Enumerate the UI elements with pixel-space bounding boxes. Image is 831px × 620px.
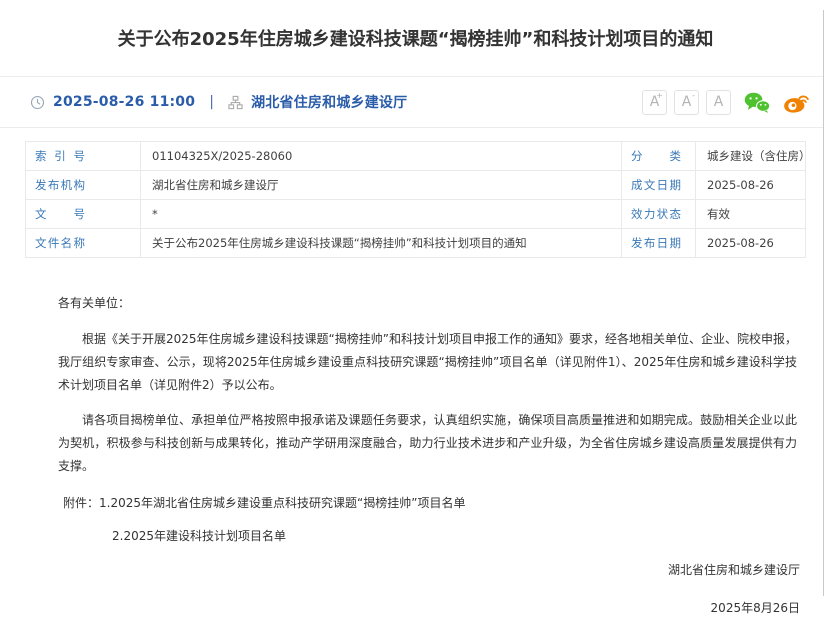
- table-row: 索引号 01104325X/2025-28060 分类 城乡建设（含住房）: [26, 142, 806, 171]
- minus-sup: -: [692, 92, 695, 100]
- value-publish-date: 2025-08-26: [696, 229, 806, 258]
- font-decrease-button[interactable]: A-: [674, 90, 699, 115]
- value-category: 城乡建设（含住房）: [696, 142, 806, 171]
- signature-date: 2025年8月26日: [58, 597, 800, 620]
- body-paragraph: 根据《关于开展2025年住房城乡建设科技课题“揭榜挂帅”和科技计划项目申报工作的…: [58, 328, 797, 397]
- label-publish-date: 发布日期: [622, 229, 696, 258]
- value-index-number: 01104325X/2025-28060: [141, 142, 622, 171]
- attachment-item-1: 1.2025年湖北省住房城乡建设重点科技研究课题“揭榜挂帅”项目名单: [99, 496, 465, 510]
- label-document-number: 文号: [26, 200, 141, 229]
- wechat-share-icon[interactable]: [744, 91, 770, 114]
- signer-name: 湖北省住房和城乡建设厅: [58, 559, 800, 582]
- document-info-table: 索引号 01104325X/2025-28060 分类 城乡建设（含住房） 发布…: [25, 141, 806, 258]
- divider: [0, 127, 823, 128]
- label-document-title: 文件名称: [26, 229, 141, 258]
- label-issuing-agency: 发布机构: [26, 171, 141, 200]
- salutation: 各有关单位：: [58, 292, 797, 315]
- value-document-number: *: [141, 200, 622, 229]
- label-category: 分类: [622, 142, 696, 171]
- table-row: 文号 * 效力状态 有效: [26, 200, 806, 229]
- page-border: [823, 10, 824, 596]
- font-default-button[interactable]: A: [706, 90, 731, 115]
- value-written-date: 2025-08-26: [696, 171, 806, 200]
- table-row: 文件名称 关于公布2025年住房城乡建设科技课题“揭榜挂帅”和科技计划项目的通知…: [26, 229, 806, 258]
- body-paragraph: 请各项目揭榜单位、承担单位严格按照申报承诺及课题任务要求，认真组织实施，确保项目…: [58, 409, 797, 478]
- page-title: 关于公布2025年住房城乡建设科技课题“揭榜挂帅”和科技计划项目的通知: [0, 0, 831, 53]
- table-row: 发布机构 湖北省住房和城乡建设厅 成文日期 2025-08-26: [26, 171, 806, 200]
- value-issuing-agency: 湖北省住房和城乡建设厅: [141, 171, 622, 200]
- separator: |: [209, 94, 214, 110]
- attachment-line: 附件：1.2025年湖北省住房城乡建设重点科技研究课题“揭榜挂帅”项目名单: [58, 492, 797, 515]
- meta-left: 2025-08-26 11:00 | 湖北省住房和城乡建设厅: [30, 92, 407, 112]
- attachment-item-2: 2.2025年建设科技计划项目名单: [58, 525, 797, 548]
- plus-sup: +: [656, 92, 663, 100]
- label-written-date: 成文日期: [622, 171, 696, 200]
- publish-datetime: 2025-08-26 11:00: [53, 94, 195, 110]
- meta-right: A+ A- A: [642, 90, 809, 115]
- document-body: 各有关单位： 根据《关于开展2025年住房城乡建设科技课题“揭榜挂帅”和科技计划…: [0, 258, 831, 620]
- source-name[interactable]: 湖北省住房和城乡建设厅: [251, 92, 407, 112]
- label-index-number: 索引号: [26, 142, 141, 171]
- meta-bar: 2025-08-26 11:00 | 湖北省住房和城乡建设厅 A+ A- A: [0, 77, 831, 127]
- attachments-label: 附件：: [63, 496, 99, 510]
- font-increase-button[interactable]: A+: [642, 90, 667, 115]
- source-org-icon: [228, 95, 243, 110]
- value-document-title: 关于公布2025年住房城乡建设科技课题“揭榜挂帅”和科技计划项目的通知: [141, 229, 622, 258]
- label-validity-status: 效力状态: [622, 200, 696, 229]
- weibo-share-icon[interactable]: [783, 91, 809, 114]
- clock-icon: [30, 95, 45, 110]
- value-validity-status: 有效: [696, 200, 806, 229]
